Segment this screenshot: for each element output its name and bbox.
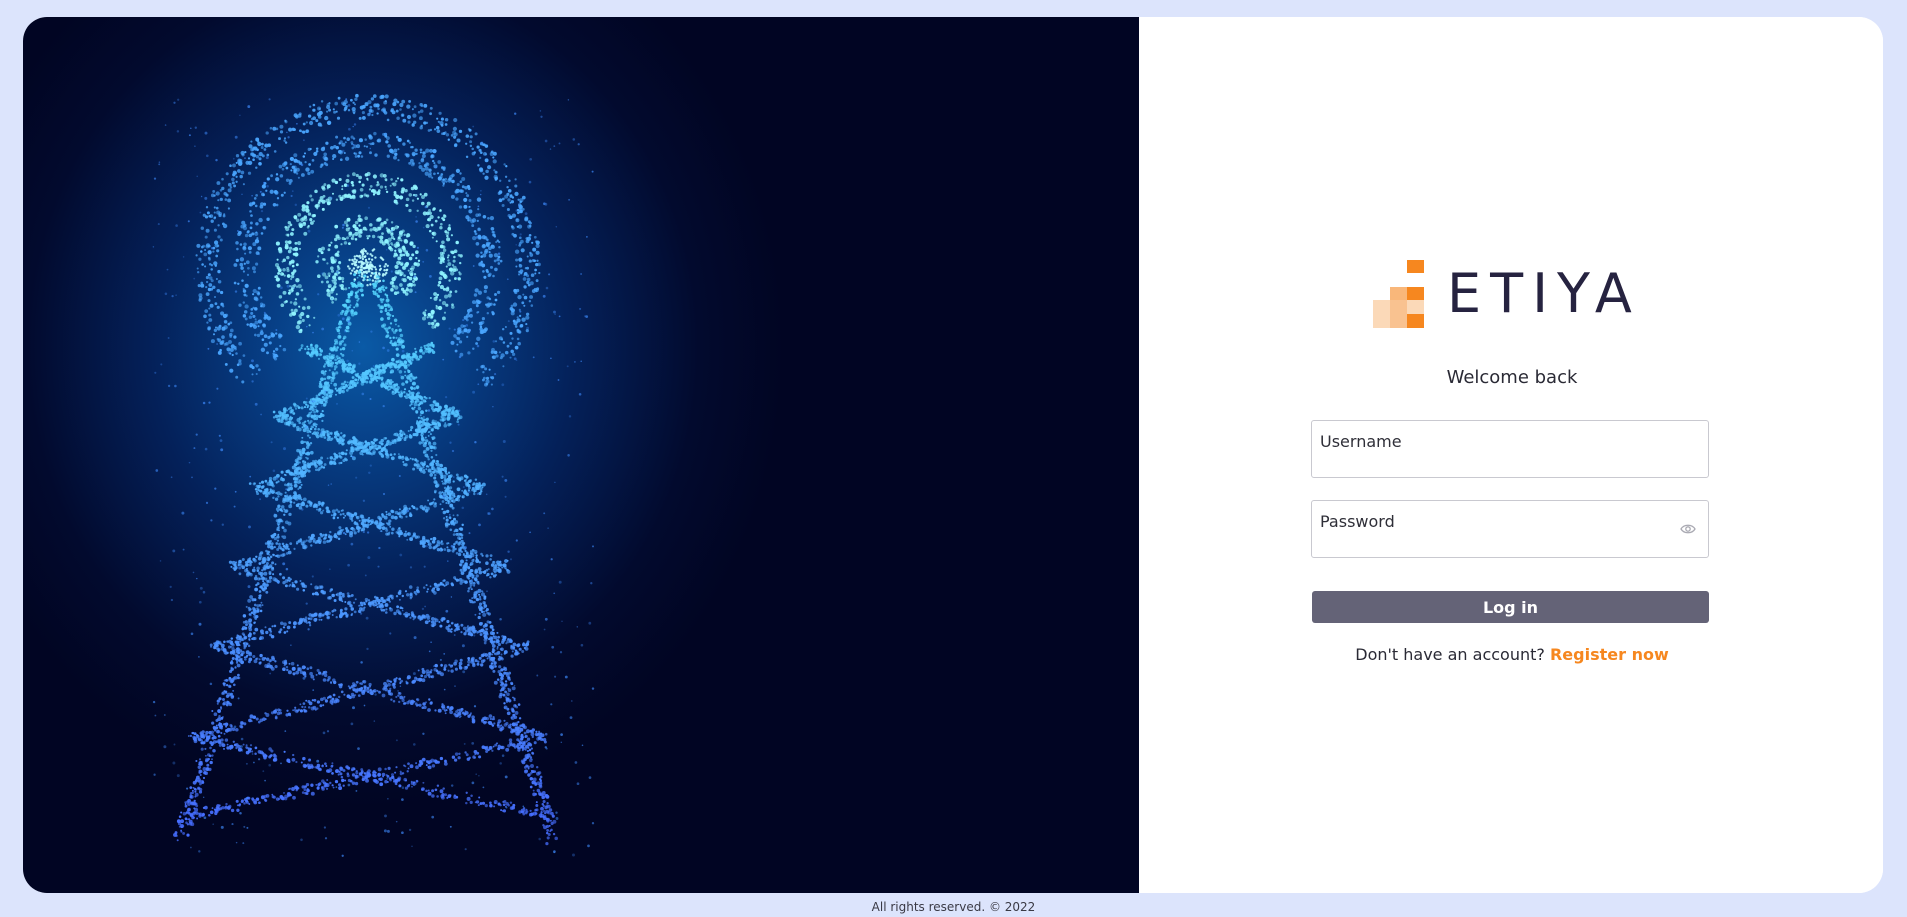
login-card: ETIYA Welcome back Username Password Log… — [23, 17, 1883, 893]
eye-icon[interactable] — [1680, 522, 1696, 536]
login-panel: ETIYA Welcome back Username Password Log… — [1139, 17, 1883, 893]
username-label: Username — [1320, 432, 1402, 451]
etiya-logo-icon — [1373, 260, 1424, 328]
welcome-heading: Welcome back — [1446, 367, 1578, 388]
password-input[interactable] — [1320, 533, 1672, 551]
hero-image — [23, 17, 1139, 893]
register-link[interactable]: Register now — [1550, 645, 1669, 664]
password-label: Password — [1320, 512, 1395, 531]
password-field[interactable]: Password — [1311, 500, 1709, 558]
brand-logo: ETIYA — [1373, 260, 1641, 328]
brand-name: ETIYA — [1447, 262, 1641, 325]
register-prompt: Don't have an account? — [1355, 645, 1545, 664]
username-input[interactable] — [1320, 453, 1672, 471]
register-row: Don't have an account? Register now — [1139, 645, 1883, 664]
login-button[interactable]: Log in — [1312, 591, 1709, 623]
footer-copyright: All rights reserved. © 2022 — [871, 900, 1036, 914]
username-field[interactable]: Username — [1311, 420, 1709, 478]
signal-tower-icon — [152, 93, 595, 857]
